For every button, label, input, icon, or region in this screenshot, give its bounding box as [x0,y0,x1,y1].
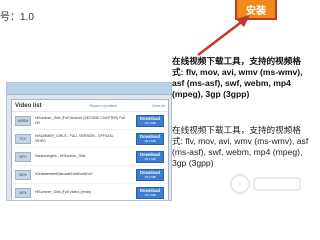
video-list-header: Video list Report a problem Clear All [12,100,168,112]
video-title: hisummergirls - HiSummer_Girls [35,154,86,159]
video-format-badge: WEBM [15,115,31,126]
report-problem-link[interactable]: Report a problem [90,104,117,108]
video-format-badge: MP4 [15,187,31,198]
video-format-badge: MP4 [15,151,31,162]
video-list-item: MP4 HiSummer_Girls (Full Video) (remix) … [12,184,168,200]
download-size: 18.1 MB [144,157,156,161]
download-size: 18.1 MB [144,139,156,143]
video-list-item: FLV HISUMMER_GIRLS - FULL VERSION - OFFI… [12,130,168,148]
version-label: 号：1.0 [0,12,34,23]
download-button[interactable]: Download 18.1 MB [136,151,164,163]
video-list-item: MOV b2edeeeeeeef0abcade1fcd0ca4b1a7 Down… [12,166,168,184]
video-format-badge: FLV [15,133,31,144]
download-button[interactable]: Download 18.1 MB [136,169,164,181]
watermark-logo-icon [230,174,301,194]
video-title: b2edeeeeeeef0abcade1fcd0ca4b1a7 [35,172,93,177]
download-button[interactable]: Download 18.1 MB [136,115,164,127]
video-list-panel: Video list Report a problem Clear All WE… [11,99,169,200]
video-format-badge: MOV [15,169,31,180]
download-button[interactable]: Download 18.1 MB [136,133,164,145]
video-list-item: MP4 hisummergirls - HiSummer_Girls Downl… [12,148,168,166]
clear-all-link[interactable]: Clear All [152,104,165,108]
download-button[interactable]: Download 18.1 MB [136,187,164,199]
video-title: HiSummer_Girls (Full Version) (SECOND CH… [35,116,125,125]
app-title-bar [7,83,171,95]
video-list-title: Video list [15,102,42,109]
video-title: HISUMMER_GIRLS - FULL VERSION - OFFICIAL… [35,134,114,143]
download-size: 18.1 MB [144,193,156,197]
install-button[interactable]: 安装 [235,0,277,20]
feature-description-bold: 在线视频下载工具，支持的视频格式: flv, mov, avi, wmv (ms… [172,56,303,99]
video-list-item: WEBM HiSummer_Girls (Full Version) (SECO… [12,112,168,130]
app-screenshot: Video list Report a problem Clear All WE… [6,82,172,201]
download-size: 18.1 MB [144,121,156,125]
video-title: HiSummer_Girls (Full Video) (remix) [35,190,92,195]
download-size: 18.1 MB [144,175,156,179]
feature-description: 在线视频下载工具，支持的视频格式: flv, mov, avi, wmv (ms… [172,125,309,168]
